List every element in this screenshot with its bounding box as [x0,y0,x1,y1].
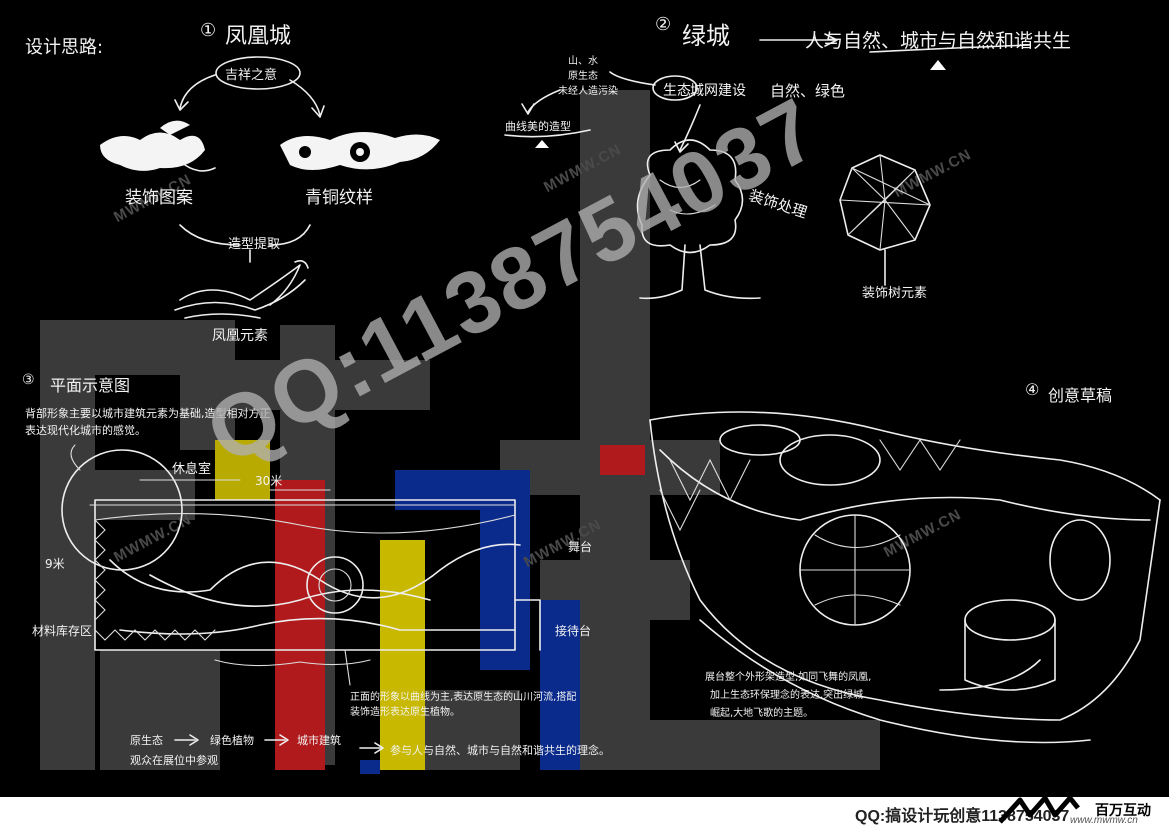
brand-logo-icon [998,795,1080,824]
footer-url: www.mwmw.cn [1070,815,1138,826]
